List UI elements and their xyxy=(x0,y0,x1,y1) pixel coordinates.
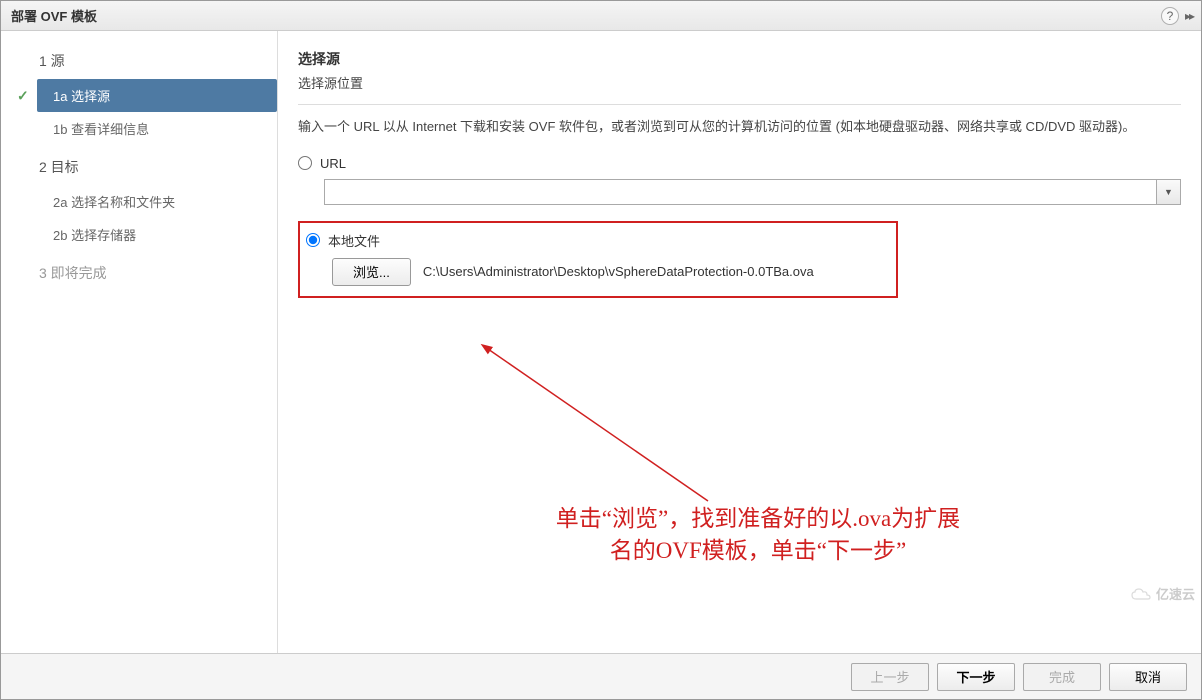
browse-button[interactable]: 浏览... xyxy=(332,258,411,286)
step-item-select-storage[interactable]: 2b 选择存储器 xyxy=(1,218,277,251)
radio-url-label: URL xyxy=(320,156,346,171)
step-item-review-details[interactable]: 1b 查看详细信息 xyxy=(1,112,277,145)
url-dropdown-button[interactable]: ▼ xyxy=(1157,179,1181,205)
cancel-button[interactable]: 取消 xyxy=(1109,663,1187,691)
annotation-arrow xyxy=(458,341,718,511)
cloud-icon xyxy=(1130,586,1152,602)
source-url-row: URL xyxy=(298,156,1181,171)
source-local-row: 本地文件 xyxy=(306,231,886,250)
next-button[interactable]: 下一步 xyxy=(937,663,1015,691)
url-input[interactable] xyxy=(324,179,1157,205)
annotation-highlight-box: 本地文件 浏览... C:\Users\Administrator\Deskto… xyxy=(298,221,898,298)
maximize-icon[interactable]: ▸▸ xyxy=(1185,9,1193,23)
main-content: 选择源 选择源位置 输入一个 URL 以从 Internet 下载和安装 OVF… xyxy=(278,31,1201,653)
radio-local-file-label: 本地文件 xyxy=(328,231,380,250)
step3-header: 3 即将完成 xyxy=(1,255,277,291)
section-title: 选择源 xyxy=(298,49,1181,69)
step-group-3: 3 即将完成 xyxy=(1,255,277,291)
help-icon[interactable]: ? xyxy=(1161,7,1179,25)
step1-header: 1 源 xyxy=(1,43,277,79)
section-description: 输入一个 URL 以从 Internet 下载和安装 OVF 软件包，或者浏览到… xyxy=(298,117,1181,138)
step-item-select-source[interactable]: 1a 选择源 xyxy=(37,79,277,112)
titlebar: 部署 OVF 模板 ? ▸▸ xyxy=(1,1,1201,31)
dialog-footer: 上一步 下一步 完成 取消 xyxy=(1,653,1201,699)
section-subtitle: 选择源位置 xyxy=(298,73,1181,92)
step-group-2: 2 目标 2a 选择名称和文件夹 2b 选择存储器 xyxy=(1,149,277,251)
step-item-select-name-folder[interactable]: 2a 选择名称和文件夹 xyxy=(1,185,277,218)
checkmark-icon: ✓ xyxy=(17,87,29,104)
radio-url[interactable] xyxy=(298,156,312,170)
watermark-text: 亿速云 xyxy=(1156,584,1195,603)
step-row-1a: ✓ 1a 选择源 xyxy=(1,79,277,112)
annotation-line2: 名的OVF模板，单击“下一步” xyxy=(610,538,906,563)
radio-local-file[interactable] xyxy=(306,233,320,247)
back-button[interactable]: 上一步 xyxy=(851,663,929,691)
url-input-wrap: ▼ xyxy=(324,179,1181,205)
ovf-deploy-dialog: 部署 OVF 模板 ? ▸▸ 1 源 ✓ 1a 选择源 1b 查看详细信息 2 … xyxy=(0,0,1202,700)
dialog-title: 部署 OVF 模板 xyxy=(11,6,97,25)
selected-file-path: C:\Users\Administrator\Desktop\vSphereDa… xyxy=(423,264,814,279)
finish-button[interactable]: 完成 xyxy=(1023,663,1101,691)
step2-header: 2 目标 xyxy=(1,149,277,185)
wizard-sidebar: 1 源 ✓ 1a 选择源 1b 查看详细信息 2 目标 2a 选择名称和文件夹 … xyxy=(1,31,278,653)
watermark: 亿速云 xyxy=(1130,584,1195,603)
dialog-body: 1 源 ✓ 1a 选择源 1b 查看详细信息 2 目标 2a 选择名称和文件夹 … xyxy=(1,31,1201,653)
browse-row: 浏览... C:\Users\Administrator\Desktop\vSp… xyxy=(332,258,886,286)
section-divider xyxy=(298,104,1181,105)
titlebar-controls: ? ▸▸ xyxy=(1161,7,1193,25)
step-group-1: 1 源 ✓ 1a 选择源 1b 查看详细信息 xyxy=(1,43,277,145)
annotation-line1: 单击“浏览”，找到准备好的以.ova为扩展 xyxy=(556,506,960,531)
annotation-text: 单击“浏览”，找到准备好的以.ova为扩展 名的OVF模板，单击“下一步” xyxy=(458,503,1058,567)
